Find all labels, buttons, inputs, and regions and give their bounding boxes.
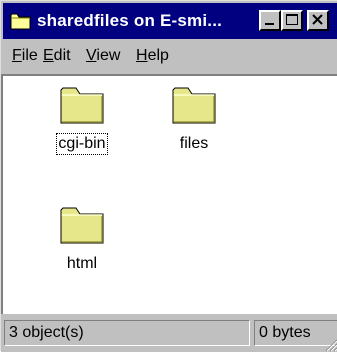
menu-view-accel: V: [86, 47, 97, 64]
menu-file-accel: F: [12, 47, 22, 64]
folder-item-files[interactable]: files: [149, 84, 239, 154]
folder-label: files: [179, 135, 209, 152]
window-title: sharedfiles on E-smi...: [37, 11, 223, 30]
folder-view[interactable]: cgi-bin files html: [1, 74, 337, 314]
folder-icon: [60, 87, 104, 124]
maximize-button[interactable]: [281, 10, 303, 31]
minimize-button[interactable]: [259, 10, 281, 31]
folder-icon: [172, 87, 216, 124]
menu-edit-label: dit: [53, 47, 71, 64]
close-icon: [312, 14, 323, 25]
status-object-count: 3 object(s): [4, 320, 250, 346]
close-button[interactable]: [307, 10, 329, 31]
menu-view[interactable]: View: [86, 46, 120, 66]
menu-file[interactable]: File: [12, 46, 38, 66]
menu-edit[interactable]: Edit: [43, 46, 71, 66]
folder-label: html: [66, 255, 98, 272]
folder-item-html[interactable]: html: [37, 204, 127, 274]
resize-grip-icon[interactable]: [322, 336, 337, 352]
menu-view-label: iew: [96, 47, 121, 64]
menu-help-label: elp: [147, 47, 169, 64]
status-bar: 3 object(s) 0 bytes: [1, 317, 337, 352]
menu-help-accel: H: [136, 47, 148, 64]
folder-item-cgi-bin[interactable]: cgi-bin: [37, 84, 127, 155]
maximize-icon: [286, 14, 298, 25]
title-bar[interactable]: sharedfiles on E-smi...: [3, 3, 337, 39]
folder-icon: [10, 13, 31, 30]
menu-bar: File Edit View Help: [3, 41, 337, 71]
folder-label: cgi-bin: [56, 133, 108, 155]
menu-file-label: ile: [21, 47, 38, 64]
menu-help[interactable]: Help: [136, 46, 169, 66]
minimize-icon: [265, 23, 274, 25]
explorer-window: sharedfiles on E-smi... File Edit View H…: [0, 0, 337, 352]
folder-icon: [60, 207, 104, 244]
menu-edit-accel: E: [43, 47, 54, 64]
